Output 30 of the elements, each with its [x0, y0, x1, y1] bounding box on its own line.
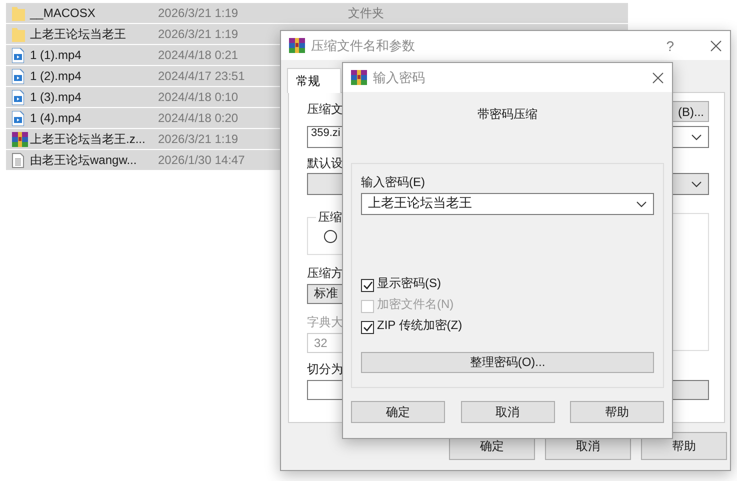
file-name: 由老王论坛wangw... [30, 152, 138, 168]
file-name: 1 (2).mp4 [30, 69, 82, 83]
file-name: 1 (3).mp4 [30, 90, 82, 104]
file-date: 2026/3/21 1:19 [158, 6, 238, 20]
file-date: 2026/3/21 1:19 [158, 132, 238, 146]
dialog-heading: 带密码压缩 [478, 106, 538, 123]
field-label: 压缩文 [307, 101, 343, 118]
window-title: 输入密码 [373, 68, 426, 86]
file-date: 2024/4/18 0:21 [158, 48, 238, 62]
file-date: 2024/4/18 0:10 [158, 90, 238, 104]
field-label: 输入密码(E) [361, 174, 425, 191]
file-date: 2024/4/18 0:20 [158, 111, 238, 125]
file-name: 上老王论坛当老王 [30, 26, 127, 42]
file-name: __MACOSX [30, 6, 96, 20]
file-date: 2024/4/17 23:51 [158, 69, 245, 83]
field-label: 切分为 [307, 361, 343, 378]
file-name: 1 (4).mp4 [30, 111, 82, 125]
field-label: 默认设 [307, 155, 343, 172]
checkbox-label: 加密文件名(N) [377, 296, 454, 313]
file-name: 上老王论坛当老王.z... [30, 130, 146, 148]
field-label: 字典大 [307, 314, 343, 331]
checkbox-label: ZIP 传统加密(Z) [377, 317, 462, 334]
field-label: 压缩方 [307, 265, 343, 282]
file-date: 2026/1/30 14:47 [158, 153, 245, 167]
window-title: 压缩文件名和参数 [311, 36, 416, 54]
checkbox-label: 显示密码(S) [377, 275, 441, 292]
file-date: 2026/3/21 1:19 [158, 27, 238, 41]
file-type: 文件夹 [347, 4, 384, 22]
file-name: 1 (1).mp4 [30, 48, 82, 62]
group-label: 压缩 [317, 209, 343, 226]
